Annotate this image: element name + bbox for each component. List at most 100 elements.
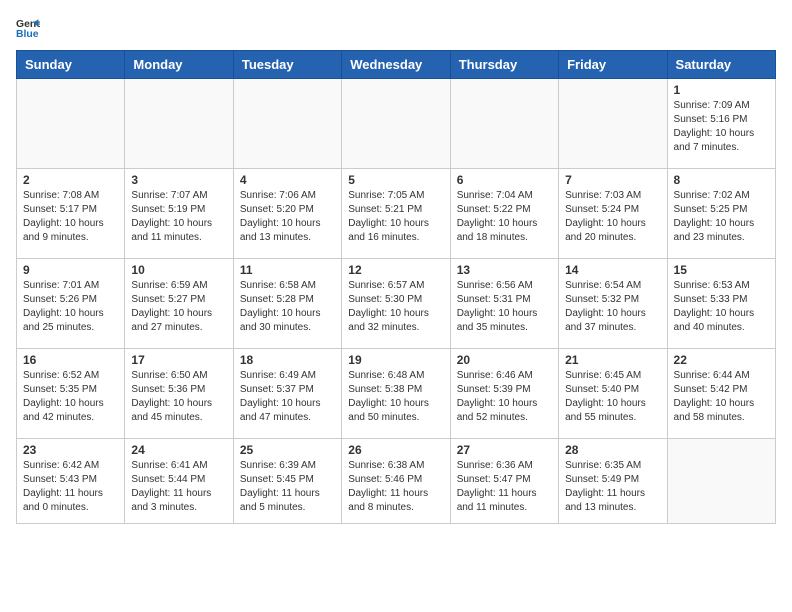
calendar-cell: 12Sunrise: 6:57 AM Sunset: 5:30 PM Dayli… [342,259,450,349]
day-info: Sunrise: 6:53 AM Sunset: 5:33 PM Dayligh… [674,279,769,335]
day-number: 6 [457,173,552,187]
day-info: Sunrise: 6:52 AM Sunset: 5:35 PM Dayligh… [23,369,118,425]
day-number: 11 [240,263,335,277]
day-info: Sunrise: 6:46 AM Sunset: 5:39 PM Dayligh… [457,369,552,425]
week-row-4: 16 Sunrise: 6:52 AM Sunset: 5:35 PM Dayli… [17,349,776,439]
day-number: 20 [457,353,552,367]
calendar-cell: 17 Sunrise: 6:50 AM Sunset: 5:36 PM Dayli… [125,349,233,439]
page-header: General Blue [16,16,776,40]
day-number: 25 [240,443,335,457]
calendar-cell: 24 Sunrise: 6:41 AM Sunset: 5:44 PM Dayli… [125,439,233,524]
calendar-cell: 7 Sunrise: 7:03 AM Sunset: 5:24 PM Daylig… [559,169,667,259]
calendar-cell: 2Sunrise: 7:08 AM Sunset: 5:17 PM Daylig… [17,169,125,259]
calendar-cell: 16 Sunrise: 6:52 AM Sunset: 5:35 PM Dayli… [17,349,125,439]
day-number: 21 [565,353,660,367]
calendar-cell: 26 Sunrise: 6:38 AM Sunset: 5:46 PM Dayli… [342,439,450,524]
day-info: Sunrise: 6:48 AM Sunset: 5:38 PM Dayligh… [348,369,443,425]
calendar-cell [125,79,233,169]
calendar-cell: 11 Sunrise: 6:58 AM Sunset: 5:28 PM Dayli… [233,259,341,349]
calendar-cell [233,79,341,169]
day-number: 19 [348,353,443,367]
calendar-cell [342,79,450,169]
calendar-cell: 3Sunrise: 7:07 AM Sunset: 5:19 PM Daylig… [125,169,233,259]
calendar-cell: 15 Sunrise: 6:53 AM Sunset: 5:33 PM Dayli… [667,259,775,349]
week-row-1: 1 Sunrise: 7:09 AM Sunset: 5:16 PM Daylig… [17,79,776,169]
day-info: Sunrise: 6:38 AM Sunset: 5:46 PM Dayligh… [348,459,443,515]
calendar-cell: 14 Sunrise: 6:54 AM Sunset: 5:32 PM Dayli… [559,259,667,349]
day-number: 14 [565,263,660,277]
day-number: 13 [457,263,552,277]
calendar-cell: 27 Sunrise: 6:36 AM Sunset: 5:47 PM Dayli… [450,439,558,524]
day-info: Sunrise: 6:35 AM Sunset: 5:49 PM Dayligh… [565,459,660,515]
logo-icon: General Blue [16,16,40,40]
day-number: 10 [131,263,226,277]
calendar: SundayMondayTuesdayWednesdayThursdayFrid… [16,50,776,524]
calendar-cell: 25 Sunrise: 6:39 AM Sunset: 5:45 PM Dayli… [233,439,341,524]
day-number: 5 [348,173,443,187]
week-row-5: 23 Sunrise: 6:42 AM Sunset: 5:43 PM Dayli… [17,439,776,524]
day-number: 22 [674,353,769,367]
day-number: 18 [240,353,335,367]
calendar-cell: 8Sunrise: 7:02 AM Sunset: 5:25 PM Daylig… [667,169,775,259]
weekday-header-friday: Friday [559,51,667,79]
weekday-header-monday: Monday [125,51,233,79]
day-info: Sunrise: 6:44 AM Sunset: 5:42 PM Dayligh… [674,369,769,425]
calendar-cell: 1 Sunrise: 7:09 AM Sunset: 5:16 PM Daylig… [667,79,775,169]
weekday-header-wednesday: Wednesday [342,51,450,79]
day-number: 12 [348,263,443,277]
day-info: Sunrise: 6:36 AM Sunset: 5:47 PM Dayligh… [457,459,552,515]
day-info: Sunrise: 7:01 AM Sunset: 5:26 PM Dayligh… [23,279,118,335]
day-number: 28 [565,443,660,457]
calendar-cell: 9 Sunrise: 7:01 AM Sunset: 5:26 PM Daylig… [17,259,125,349]
calendar-cell: 5Sunrise: 7:05 AM Sunset: 5:21 PM Daylig… [342,169,450,259]
day-info: Sunrise: 6:58 AM Sunset: 5:28 PM Dayligh… [240,279,335,335]
day-info: Sunrise: 6:42 AM Sunset: 5:43 PM Dayligh… [23,459,118,515]
day-info: Sunrise: 7:08 AM Sunset: 5:17 PM Dayligh… [23,189,118,245]
day-info: Sunrise: 7:07 AM Sunset: 5:19 PM Dayligh… [131,189,226,245]
day-info: Sunrise: 7:03 AM Sunset: 5:24 PM Dayligh… [565,189,660,245]
day-number: 27 [457,443,552,457]
calendar-cell: 10 Sunrise: 6:59 AM Sunset: 5:27 PM Dayli… [125,259,233,349]
day-info: Sunrise: 6:41 AM Sunset: 5:44 PM Dayligh… [131,459,226,515]
day-info: Sunrise: 7:09 AM Sunset: 5:16 PM Dayligh… [674,99,769,155]
calendar-cell [17,79,125,169]
calendar-cell [450,79,558,169]
day-number: 16 [23,353,118,367]
day-info: Sunrise: 7:02 AM Sunset: 5:25 PM Dayligh… [674,189,769,245]
calendar-cell: 22 Sunrise: 6:44 AM Sunset: 5:42 PM Dayli… [667,349,775,439]
day-number: 15 [674,263,769,277]
calendar-cell: 6 Sunrise: 7:04 AM Sunset: 5:22 PM Daylig… [450,169,558,259]
weekday-header-row: SundayMondayTuesdayWednesdayThursdayFrid… [17,51,776,79]
calendar-cell: 18 Sunrise: 6:49 AM Sunset: 5:37 PM Dayli… [233,349,341,439]
weekday-header-tuesday: Tuesday [233,51,341,79]
weekday-header-thursday: Thursday [450,51,558,79]
weekday-header-saturday: Saturday [667,51,775,79]
day-info: Sunrise: 7:04 AM Sunset: 5:22 PM Dayligh… [457,189,552,245]
day-info: Sunrise: 6:39 AM Sunset: 5:45 PM Dayligh… [240,459,335,515]
day-number: 26 [348,443,443,457]
logo: General Blue [16,16,42,40]
calendar-cell: 21 Sunrise: 6:45 AM Sunset: 5:40 PM Dayli… [559,349,667,439]
day-number: 24 [131,443,226,457]
day-info: Sunrise: 6:54 AM Sunset: 5:32 PM Dayligh… [565,279,660,335]
calendar-cell [559,79,667,169]
day-info: Sunrise: 6:49 AM Sunset: 5:37 PM Dayligh… [240,369,335,425]
calendar-cell: 23 Sunrise: 6:42 AM Sunset: 5:43 PM Dayli… [17,439,125,524]
day-number: 7 [565,173,660,187]
day-number: 1 [674,83,769,97]
day-number: 9 [23,263,118,277]
svg-text:Blue: Blue [16,29,39,40]
day-number: 17 [131,353,226,367]
day-info: Sunrise: 6:45 AM Sunset: 5:40 PM Dayligh… [565,369,660,425]
week-row-3: 9 Sunrise: 7:01 AM Sunset: 5:26 PM Daylig… [17,259,776,349]
day-info: Sunrise: 7:06 AM Sunset: 5:20 PM Dayligh… [240,189,335,245]
calendar-cell [667,439,775,524]
calendar-cell: 28 Sunrise: 6:35 AM Sunset: 5:49 PM Dayli… [559,439,667,524]
calendar-cell: 13Sunrise: 6:56 AM Sunset: 5:31 PM Dayli… [450,259,558,349]
day-number: 23 [23,443,118,457]
day-info: Sunrise: 6:59 AM Sunset: 5:27 PM Dayligh… [131,279,226,335]
day-info: Sunrise: 6:50 AM Sunset: 5:36 PM Dayligh… [131,369,226,425]
weekday-header-sunday: Sunday [17,51,125,79]
day-number: 4 [240,173,335,187]
calendar-cell: 19 Sunrise: 6:48 AM Sunset: 5:38 PM Dayli… [342,349,450,439]
